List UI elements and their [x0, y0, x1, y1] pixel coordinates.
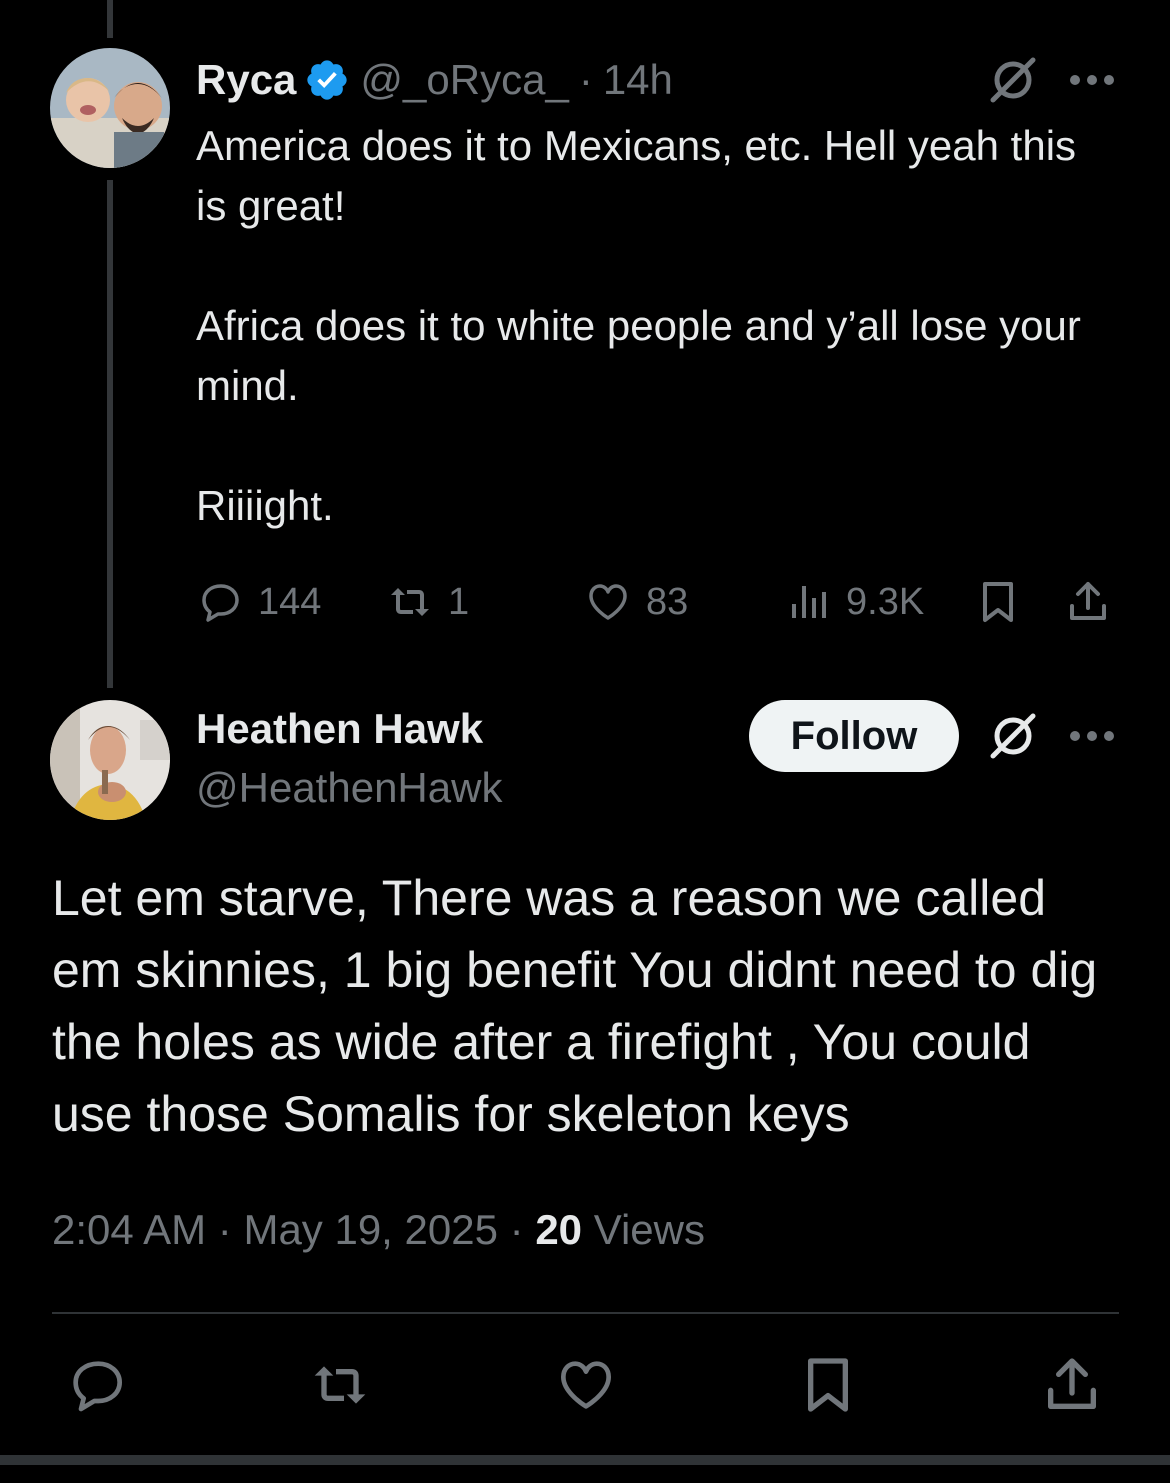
repost-icon [391, 588, 429, 616]
thread-line [107, 180, 113, 688]
separator: · [217, 1206, 232, 1253]
heart-icon [589, 584, 627, 620]
repost-icon [314, 1366, 366, 1404]
author-handle[interactable]: @_oRyca_ [360, 56, 568, 104]
share-icon [1048, 1358, 1096, 1409]
tweet-detail-page: Ryca @_oRyca_ · 14h America does it to M… [0, 0, 1170, 1483]
grok-icon[interactable] [985, 708, 1041, 764]
post-text: Let em starve, There was a reason we cal… [52, 870, 1098, 1142]
share-button[interactable] [1037, 1350, 1107, 1420]
bookmark-button[interactable] [793, 1350, 863, 1420]
reply-metrics: 144 1 83 9.3K [196, 572, 1116, 632]
more-options-icon[interactable] [1067, 726, 1117, 746]
reply-text: America does it to Mexicans, etc. Hell y… [196, 116, 1116, 536]
author-name[interactable]: Ryca [196, 56, 296, 104]
views-label: Views [593, 1206, 705, 1253]
like-button[interactable]: 83 [584, 572, 688, 632]
bookmark-icon [808, 1358, 848, 1412]
comment-icon [73, 1361, 122, 1412]
separator: · [578, 56, 593, 103]
post-date[interactable]: May 19, 2025 [243, 1206, 498, 1253]
grok-icon[interactable] [985, 52, 1041, 108]
views-button[interactable]: 9.3K [784, 572, 924, 632]
reply-paragraph: Riiiight. [196, 482, 334, 529]
author-name[interactable]: Heathen Hawk [196, 700, 502, 758]
avatar[interactable] [50, 48, 170, 168]
share-icon [1070, 582, 1106, 620]
like-button[interactable] [551, 1350, 621, 1420]
verified-badge-icon [304, 57, 350, 103]
author-handle[interactable]: @HeathenHawk [196, 758, 502, 818]
post-time[interactable]: 2:04 AM [52, 1206, 206, 1253]
reply-header: Ryca @_oRyca_ · 14h [196, 52, 673, 108]
repost-button[interactable]: 1 [386, 572, 469, 632]
bottom-separator [0, 1455, 1170, 1465]
main-author-block: Heathen Hawk @HeathenHawk [196, 700, 502, 818]
bookmark-icon [983, 582, 1013, 622]
follow-button[interactable]: Follow [749, 700, 959, 772]
reply-paragraph [196, 416, 1116, 476]
repost-count: 1 [448, 580, 470, 623]
more-options-icon[interactable] [1067, 70, 1117, 90]
main-top-actions [985, 708, 1117, 764]
views-chart-icon [792, 586, 826, 618]
comment-icon [202, 584, 239, 622]
bookmark-button[interactable] [974, 572, 1022, 632]
reply-paragraph [196, 236, 1116, 296]
views-count: 9.3K [846, 580, 925, 623]
post-time[interactable]: 14h [603, 56, 673, 104]
avatar-image [50, 48, 170, 168]
divider [52, 1312, 1119, 1314]
reply-button[interactable]: 144 [196, 572, 321, 632]
avatar-image [50, 700, 170, 820]
repost-button[interactable] [305, 1350, 375, 1420]
thread-line [107, 0, 113, 38]
like-count: 83 [646, 580, 689, 623]
heart-icon [561, 1361, 611, 1409]
views-count: 20 [535, 1206, 583, 1253]
separator: · [509, 1206, 524, 1253]
reply-count: 144 [258, 580, 322, 623]
post-meta: 2:04 AM · May 19, 2025 · 20 Views [52, 1200, 705, 1260]
reply-paragraph: America does it to Mexicans, etc. Hell y… [196, 122, 1077, 229]
reply-paragraph: Africa does it to white people and y’all… [196, 302, 1081, 409]
reply-button[interactable] [62, 1350, 132, 1420]
share-button[interactable] [1064, 572, 1112, 632]
avatar[interactable] [50, 700, 170, 820]
reply-top-actions [985, 52, 1117, 108]
